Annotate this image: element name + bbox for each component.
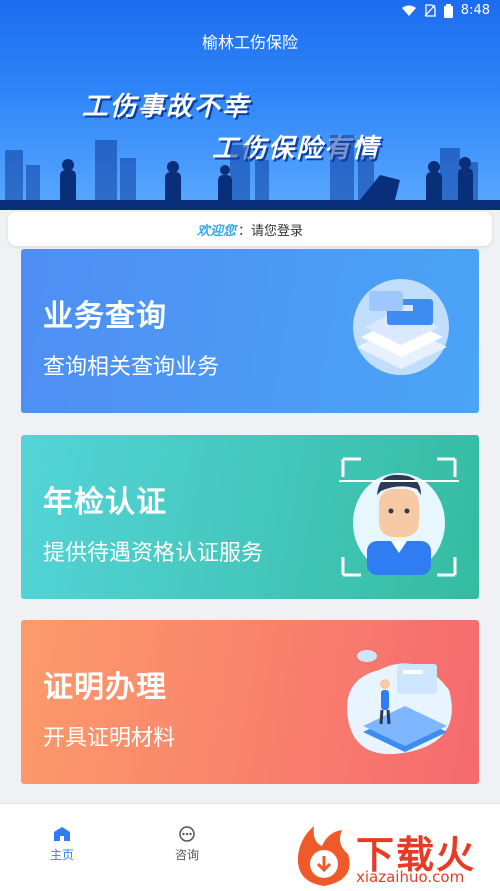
tab-home[interactable]: 主页	[32, 826, 92, 863]
card-title: 业务查询	[43, 299, 167, 334]
card-subtitle: 查询相关查询业务	[43, 355, 220, 380]
card-business-query[interactable]: 业务查询 查询相关查询业务	[21, 249, 479, 413]
welcome-greeting: 欢迎您	[196, 223, 236, 239]
app-title: 榆林工伤保险	[201, 33, 298, 52]
status-bar: 8:48	[401, 3, 490, 18]
status-time: 8:48	[460, 3, 490, 18]
tab-consult-label: 咨询	[174, 848, 199, 862]
watermark: 下载火 xiazaihuo.com	[294, 820, 500, 890]
card-certificate-processing[interactable]: 证明办理 开具证明材料	[21, 620, 479, 784]
presentation-desk-icon	[347, 650, 452, 755]
face-recognition-icon	[339, 457, 459, 577]
header-banner: 8:48 榆林工伤保险 工伤事故不幸 工伤保险有情	[0, 0, 500, 210]
card-subtitle: 开具证明材料	[43, 726, 176, 751]
document-stack-icon	[353, 279, 449, 375]
tab-home-label: 主页	[49, 848, 74, 862]
chat-bubble-icon	[179, 826, 195, 842]
card-title: 证明办理	[43, 670, 167, 705]
home-icon	[54, 827, 70, 841]
card-title: 年检认证	[43, 485, 167, 520]
tab-consult[interactable]: 咨询	[157, 826, 217, 863]
no-sim-icon	[424, 4, 436, 17]
welcome-login-bar[interactable]: 欢迎您 ：请您登录	[8, 212, 492, 246]
card-subtitle: 提供待遇资格认证服务	[43, 541, 264, 566]
login-prompt: ：请您登录	[238, 223, 304, 239]
flame-logo-icon	[297, 826, 350, 886]
card-annual-verification[interactable]: 年检认证 提供待遇资格认证服务	[21, 435, 479, 599]
city-skyline-illustration	[0, 135, 500, 210]
battery-icon	[443, 3, 453, 18]
slogan-line-1: 工伤事故不幸	[82, 92, 251, 122]
wifi-icon	[401, 5, 416, 16]
watermark-url: xiazaihuo.com	[356, 868, 465, 886]
